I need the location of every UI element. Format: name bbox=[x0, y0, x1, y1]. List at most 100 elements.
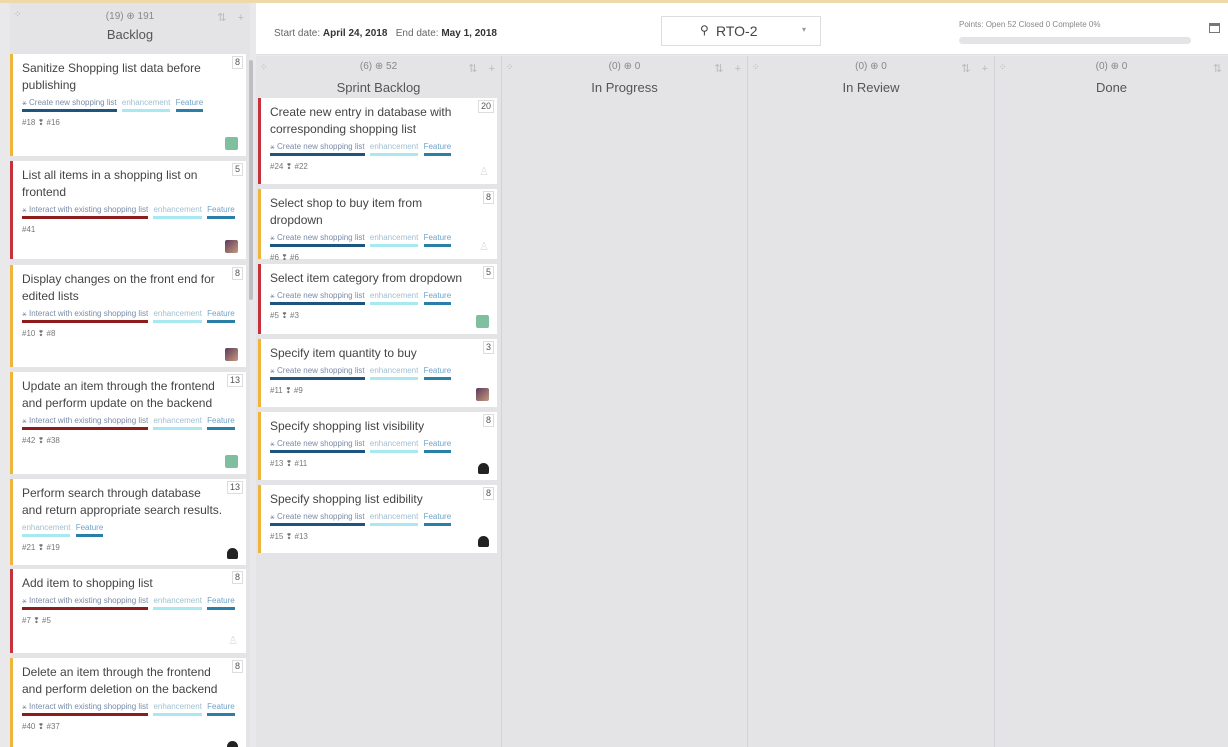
sprint-selector[interactable]: ⚲ RTO-2 ▾ bbox=[661, 16, 821, 46]
epic-label[interactable]: ⚹ Create new shopping list bbox=[270, 289, 365, 305]
column-actions: ⇅ + bbox=[706, 62, 741, 75]
backlog-card[interactable]: 8 Sanitize Shopping list data before pub… bbox=[10, 54, 246, 156]
enhancement-label[interactable]: enhancement bbox=[369, 364, 419, 380]
github-octocat-icon[interactable] bbox=[227, 741, 238, 747]
placeholder-avatar-icon[interactable]: ♙ bbox=[228, 636, 238, 647]
feature-label[interactable]: Feature bbox=[75, 521, 104, 537]
sort-icon[interactable]: ⇅ bbox=[468, 63, 477, 75]
robot-avatar-icon[interactable] bbox=[225, 137, 238, 150]
user-avatar-icon[interactable] bbox=[476, 388, 489, 401]
card-issue-refs: #42 ❢ #38 bbox=[22, 436, 60, 445]
enhancement-label[interactable]: enhancement bbox=[153, 700, 202, 716]
sort-icon[interactable]: ⇅ bbox=[217, 12, 226, 24]
backlog-scrollbar[interactable] bbox=[249, 60, 253, 300]
github-octocat-icon[interactable] bbox=[478, 463, 489, 474]
feature-label[interactable]: Feature bbox=[207, 414, 235, 430]
feature-label[interactable]: Feature bbox=[207, 203, 235, 219]
feature-label[interactable]: Feature bbox=[423, 437, 452, 453]
backlog-card[interactable]: 8 Display changes on the front end for e… bbox=[10, 265, 246, 367]
epic-label[interactable]: ⚹ Create new shopping list bbox=[270, 364, 365, 380]
add-icon[interactable]: + bbox=[982, 63, 988, 75]
sprint-selected-value: RTO-2 bbox=[716, 23, 758, 39]
collapse-panel-icon[interactable] bbox=[1209, 23, 1220, 33]
sprint-card[interactable]: 8 Select shop to buy item from dropdown … bbox=[258, 189, 497, 262]
sprint-card[interactable]: 20 Create new entry in database with cor… bbox=[258, 98, 497, 184]
sort-icon[interactable]: ⇅ bbox=[1213, 63, 1222, 75]
backlog-card[interactable]: 8 Add item to shopping list ⚹ Interact w… bbox=[10, 569, 246, 653]
sprint-card[interactable]: 8 Specify shopping list visibility ⚹ Cre… bbox=[258, 412, 497, 480]
feature-label[interactable]: Feature bbox=[423, 140, 452, 156]
card-title[interactable]: Specify shopping list edibility bbox=[270, 491, 489, 508]
epic-label[interactable]: ⚹ Create new shopping list bbox=[270, 437, 365, 453]
robot-avatar-icon[interactable] bbox=[225, 455, 238, 468]
enhancement-label[interactable]: enhancement bbox=[153, 594, 202, 610]
column-header: ⁘ (0) ⊕ 0 ⇅ + In Review bbox=[748, 56, 994, 100]
enhancement-label[interactable]: enhancement bbox=[153, 414, 202, 430]
user-avatar-icon[interactable] bbox=[225, 240, 238, 253]
enhancement-label[interactable]: enhancement bbox=[369, 510, 419, 526]
card-labels: ⚹ Create new shopping list enhancement F… bbox=[270, 437, 489, 453]
card-labels: ⚹ Create new shopping list enhancement F… bbox=[270, 364, 489, 380]
enhancement-label[interactable]: enhancement bbox=[121, 96, 171, 112]
card-labels: ⚹ Interact with existing shopping list e… bbox=[22, 307, 238, 323]
add-icon[interactable]: + bbox=[735, 63, 741, 75]
enhancement-label[interactable]: enhancement bbox=[22, 521, 71, 537]
epic-label[interactable]: ⚹ Create new shopping list bbox=[270, 231, 365, 247]
card-title[interactable]: Specify item quantity to buy bbox=[270, 345, 489, 362]
feature-label[interactable]: Feature bbox=[207, 700, 235, 716]
epic-label[interactable]: ⚹ Create new shopping list bbox=[22, 96, 117, 112]
github-octocat-icon[interactable] bbox=[478, 536, 489, 547]
feature-label[interactable]: Feature bbox=[207, 594, 235, 610]
epic-label[interactable]: ⚹ Create new shopping list bbox=[270, 510, 365, 526]
epic-label[interactable]: ⚹ Interact with existing shopping list bbox=[22, 203, 149, 219]
epic-label[interactable]: ⚹ Interact with existing shopping list bbox=[22, 414, 149, 430]
github-octocat-icon[interactable] bbox=[227, 548, 238, 559]
feature-label[interactable]: Feature bbox=[423, 289, 452, 305]
epic-label[interactable]: ⚹ Interact with existing shopping list bbox=[22, 307, 149, 323]
sprint-card[interactable]: 5 Select item category from dropdown ⚹ C… bbox=[258, 264, 497, 334]
epic-label[interactable]: ⚹ Create new shopping list bbox=[270, 140, 365, 156]
placeholder-avatar-icon[interactable]: ♙ bbox=[479, 242, 489, 253]
card-issue-refs: #18 ❢ #16 bbox=[22, 118, 60, 127]
card-labels: ⚹ Create new shopping list enhancement F… bbox=[270, 510, 489, 526]
card-title[interactable]: Display changes on the front end for edi… bbox=[22, 271, 238, 305]
card-title[interactable]: Specify shopping list visibility bbox=[270, 418, 489, 435]
enhancement-label[interactable]: enhancement bbox=[369, 231, 419, 247]
placeholder-avatar-icon[interactable]: ♙ bbox=[479, 167, 489, 178]
enhancement-label[interactable]: enhancement bbox=[153, 307, 202, 323]
enhancement-label[interactable]: enhancement bbox=[369, 437, 419, 453]
card-title[interactable]: Select shop to buy item from dropdown bbox=[270, 195, 489, 229]
feature-label[interactable]: Feature bbox=[207, 307, 235, 323]
backlog-card[interactable]: 13 Perform search through database and r… bbox=[10, 479, 246, 565]
card-title[interactable]: Perform search through database and retu… bbox=[22, 485, 238, 519]
card-title[interactable]: Select item category from dropdown bbox=[270, 270, 489, 287]
backlog-card[interactable]: 8 Delete an item through the frontend an… bbox=[10, 658, 246, 747]
add-icon[interactable]: + bbox=[238, 12, 244, 24]
user-avatar-icon[interactable] bbox=[225, 348, 238, 361]
sprint-card[interactable]: 3 Specify item quantity to buy ⚹ Create … bbox=[258, 339, 497, 407]
card-title[interactable]: Delete an item through the frontend and … bbox=[22, 664, 238, 698]
feature-label[interactable]: Feature bbox=[423, 364, 452, 380]
card-title[interactable]: Add item to shopping list bbox=[22, 575, 238, 592]
enhancement-label[interactable]: enhancement bbox=[369, 140, 419, 156]
epic-label[interactable]: ⚹ Interact with existing shopping list bbox=[22, 700, 149, 716]
sprint-toolbar: Start date: April 24, 2018 End date: May… bbox=[256, 3, 1228, 55]
sprint-card[interactable]: 8 Specify shopping list edibility ⚹ Crea… bbox=[258, 485, 497, 553]
epic-label[interactable]: ⚹ Interact with existing shopping list bbox=[22, 594, 149, 610]
backlog-card[interactable]: 13 Update an item through the frontend a… bbox=[10, 372, 246, 474]
enhancement-label[interactable]: enhancement bbox=[153, 203, 202, 219]
feature-label[interactable]: Feature bbox=[423, 231, 452, 247]
sort-icon[interactable]: ⇅ bbox=[714, 63, 723, 75]
feature-label[interactable]: Feature bbox=[175, 96, 204, 112]
card-title[interactable]: Update an item through the frontend and … bbox=[22, 378, 238, 412]
column-title: Sprint Backlog bbox=[336, 80, 421, 95]
card-title[interactable]: List all items in a shopping list on fro… bbox=[22, 167, 238, 201]
card-title[interactable]: Create new entry in database with corres… bbox=[270, 104, 489, 138]
card-title[interactable]: Sanitize Shopping list data before publi… bbox=[22, 60, 238, 94]
feature-label[interactable]: Feature bbox=[423, 510, 452, 526]
backlog-card[interactable]: 5 List all items in a shopping list on f… bbox=[10, 161, 246, 259]
robot-avatar-icon[interactable] bbox=[476, 315, 489, 328]
sort-icon[interactable]: ⇅ bbox=[961, 63, 970, 75]
add-icon[interactable]: + bbox=[489, 63, 495, 75]
enhancement-label[interactable]: enhancement bbox=[369, 289, 419, 305]
